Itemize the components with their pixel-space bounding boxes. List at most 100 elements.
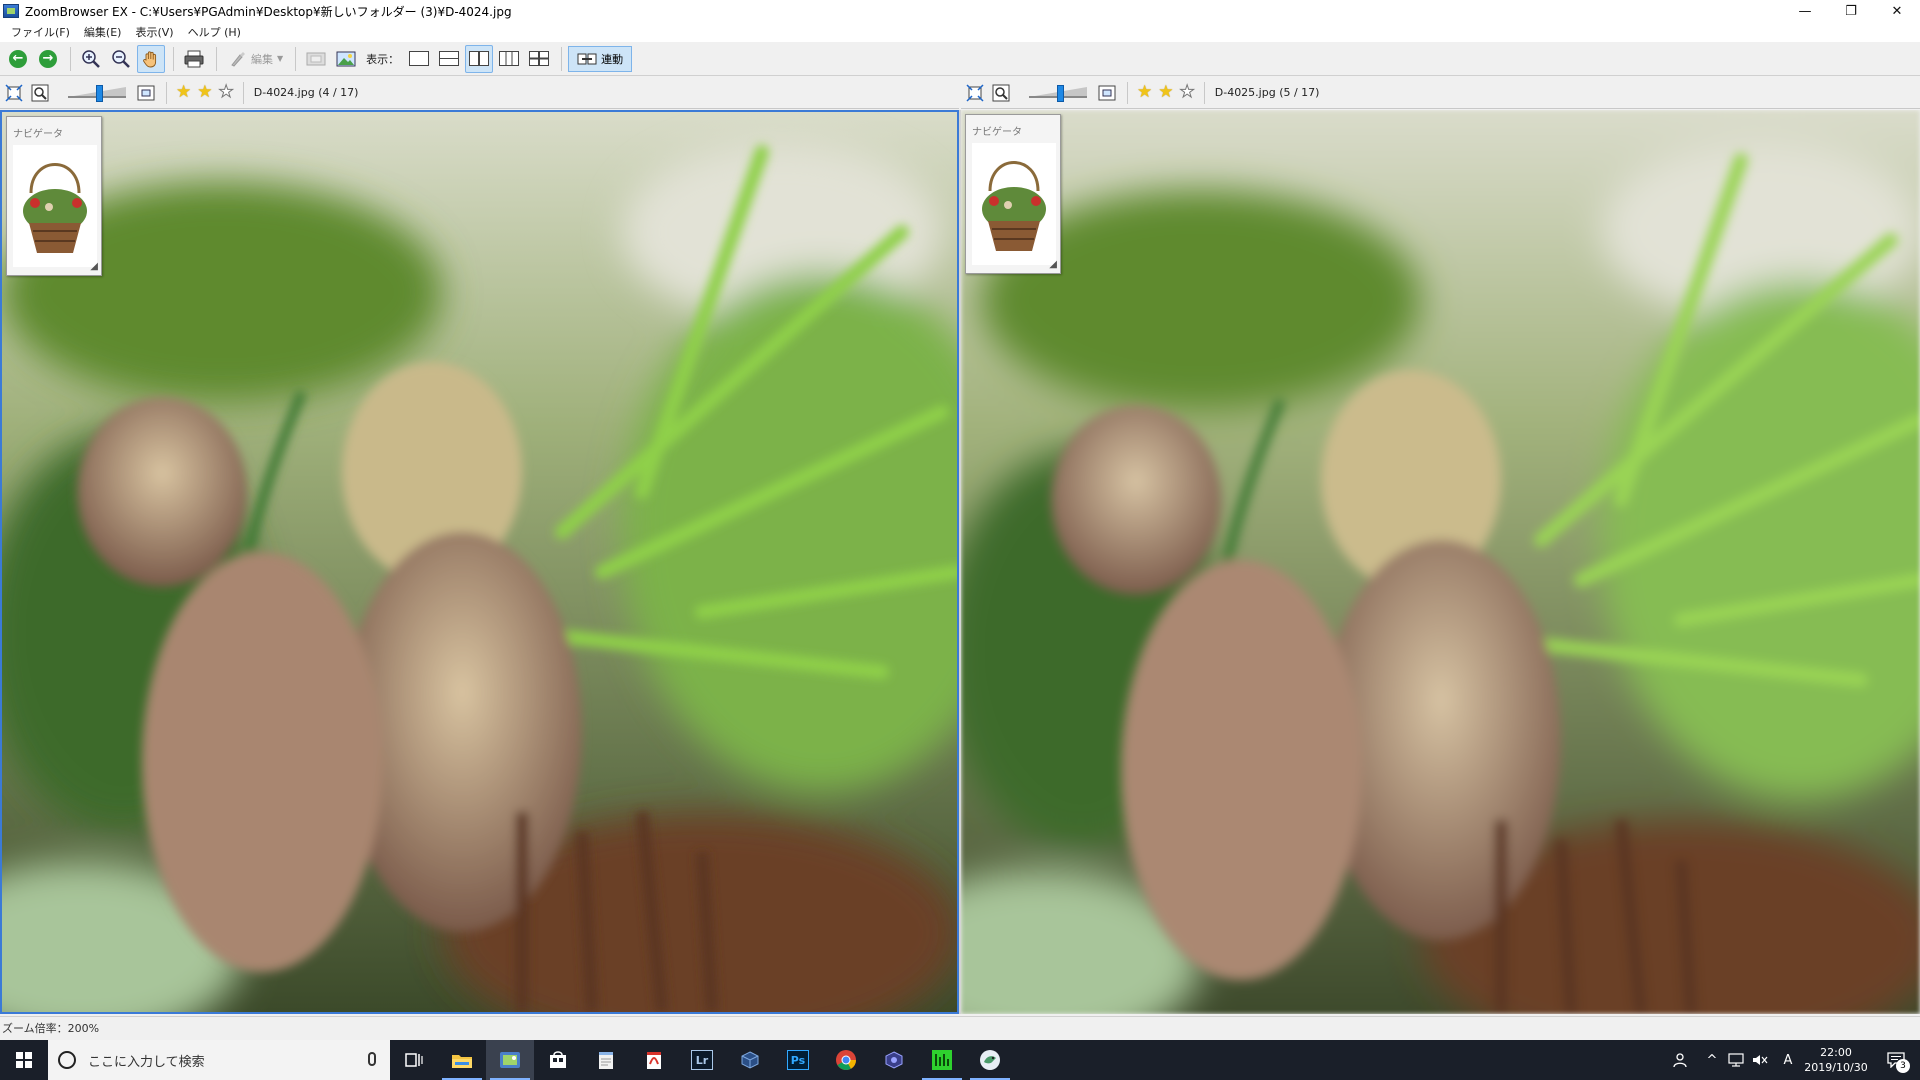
forward-button[interactable]: →: [34, 45, 62, 73]
menu-file[interactable]: ファイル(F): [4, 24, 77, 40]
zoom-out-button[interactable]: [107, 45, 135, 73]
left-image-pane[interactable]: ナビゲータ ◢: [0, 110, 959, 1014]
navigator-thumbnail[interactable]: [13, 145, 97, 267]
volume-muted-icon[interactable]: [1748, 1040, 1772, 1080]
slideshow-button[interactable]: [302, 45, 330, 73]
green-app-icon: [932, 1050, 952, 1070]
taskbar-app-bird[interactable]: [966, 1040, 1014, 1080]
fit-window-button[interactable]: [134, 81, 158, 105]
layout-grid-icon: [529, 51, 550, 66]
windows-logo-icon: [16, 1052, 32, 1068]
toolbar: ← → 編集 ▼ 表示： 連動: [0, 42, 1920, 76]
close-button[interactable]: ✕: [1874, 0, 1920, 22]
status-bar: ズーム倍率：200%: [0, 1016, 1920, 1038]
zoom-slider-thumb[interactable]: [1057, 84, 1065, 102]
edit-dropdown-button[interactable]: 編集 ▼: [223, 45, 289, 73]
right-panel-header: ★ ★ ★ D-4025.jpg (5 / 17): [961, 77, 1920, 109]
rating-star-icon[interactable]: ★: [1158, 84, 1173, 101]
zoom-slider-thumb[interactable]: [96, 84, 104, 102]
microphone-icon[interactable]: [368, 1052, 376, 1066]
zoom-in-button[interactable]: [77, 45, 105, 73]
zoom-slider[interactable]: [68, 83, 126, 103]
rating-star-icon[interactable]: ★: [1137, 84, 1152, 101]
fit-to-window-button[interactable]: [963, 81, 987, 105]
toolbar-separator: [173, 46, 174, 71]
action-center-button[interactable]: 3: [1872, 1040, 1920, 1080]
hand-icon: [143, 50, 157, 67]
fit-window-button[interactable]: [1095, 81, 1119, 105]
network-icon[interactable]: [1724, 1040, 1748, 1080]
search-placeholder: ここに入力して検索: [88, 1054, 205, 1070]
arrow-right-icon: →: [39, 49, 57, 68]
resize-handle-icon[interactable]: ◢: [1049, 260, 1057, 270]
taskbar-photoshop[interactable]: Ps: [774, 1040, 822, 1080]
task-view-button[interactable]: [390, 1040, 438, 1080]
actual-size-button[interactable]: [28, 81, 52, 105]
navigator-panel[interactable]: ナビゲータ ◢: [965, 114, 1061, 274]
layout-three-button[interactable]: [495, 45, 523, 73]
resize-handle-icon[interactable]: ◢: [90, 262, 98, 272]
start-button[interactable]: [0, 1040, 48, 1080]
magnifier-icon: [31, 84, 49, 101]
people-icon[interactable]: [1668, 1040, 1692, 1080]
sync-toggle-button[interactable]: 連動: [568, 45, 633, 72]
taskbar: ここに入力して検索 Lr Ps ^ A 22:00 2019/10/30 3: [0, 1040, 1920, 1080]
maximize-button[interactable]: ❐: [1828, 0, 1874, 22]
notepad-icon: [599, 1052, 613, 1069]
layout-single-button[interactable]: [405, 45, 433, 73]
layout-horizontal-icon: [439, 51, 460, 66]
rating-star-empty-icon[interactable]: ★: [1179, 83, 1195, 101]
taskbar-app-blue[interactable]: [726, 1040, 774, 1080]
taskbar-clock[interactable]: 22:00 2019/10/30: [1800, 1045, 1872, 1075]
brush-icon: [231, 51, 245, 67]
layout-vertical-button[interactable]: [465, 44, 494, 73]
navigator-thumbnail[interactable]: [972, 143, 1056, 265]
cube-icon: [741, 1051, 759, 1069]
zoom-in-icon: [82, 49, 100, 68]
image-view-button[interactable]: [332, 45, 360, 73]
menu-view[interactable]: 表示(V): [128, 24, 180, 40]
taskbar-chrome[interactable]: [822, 1040, 870, 1080]
rating-star-icon[interactable]: ★: [197, 84, 212, 101]
actual-size-button[interactable]: [989, 81, 1013, 105]
navigator-title: ナビゲータ: [972, 127, 1022, 138]
fit-icon: [5, 83, 23, 102]
taskbar-search-box[interactable]: ここに入力して検索: [48, 1040, 390, 1080]
menu-help[interactable]: ヘルプ (H): [181, 24, 248, 40]
layout-horizontal-button[interactable]: [435, 45, 463, 73]
layout-grid-button[interactable]: [525, 45, 553, 73]
menu-bar: ファイル(F) 編集(E) 表示(V) ヘルプ (H): [0, 22, 1920, 42]
back-button[interactable]: ←: [4, 45, 32, 73]
taskbar-store[interactable]: [534, 1040, 582, 1080]
chevron-down-icon: ▼: [277, 54, 284, 63]
right-image-pane[interactable]: ナビゲータ ◢: [961, 110, 1920, 1014]
taskbar-zoombrowser[interactable]: [486, 1040, 534, 1080]
lightroom-label: Lr: [695, 1053, 709, 1067]
menu-edit[interactable]: 編集(E): [77, 24, 129, 40]
ime-indicator[interactable]: A: [1776, 1040, 1800, 1080]
hand-tool-button[interactable]: [137, 44, 165, 73]
sync-label: 連動: [601, 52, 624, 66]
zoom-slider[interactable]: [1029, 83, 1087, 103]
arrow-left-icon: ←: [9, 49, 27, 68]
taskbar-lightroom[interactable]: Lr: [678, 1040, 726, 1080]
fit-to-window-button[interactable]: [2, 81, 26, 105]
title-bar: ZoomBrowser EX - C:¥Users¥PGAdmin¥Deskto…: [0, 0, 1920, 22]
navigator-panel[interactable]: ナビゲータ ◢: [6, 116, 102, 276]
toolbar-separator: [70, 46, 71, 71]
print-button[interactable]: [180, 45, 208, 73]
minimize-button[interactable]: —: [1782, 0, 1828, 22]
taskbar-app-green[interactable]: [918, 1040, 966, 1080]
rating-star-empty-icon[interactable]: ★: [218, 83, 234, 101]
taskbar-pdf[interactable]: [630, 1040, 678, 1080]
layout-vertical-icon: [469, 51, 490, 66]
taskbar-app-purple[interactable]: [870, 1040, 918, 1080]
folder-icon: [452, 1055, 472, 1068]
chevron-up-icon[interactable]: ^: [1700, 1040, 1724, 1080]
window-title: ZoomBrowser EX - C:¥Users¥PGAdmin¥Deskto…: [25, 4, 512, 19]
taskbar-file-explorer[interactable]: [438, 1040, 486, 1080]
hexagon-icon: [885, 1051, 903, 1069]
taskbar-notepad[interactable]: [582, 1040, 630, 1080]
view-label: 表示：: [366, 52, 400, 66]
rating-star-icon[interactable]: ★: [176, 84, 191, 101]
